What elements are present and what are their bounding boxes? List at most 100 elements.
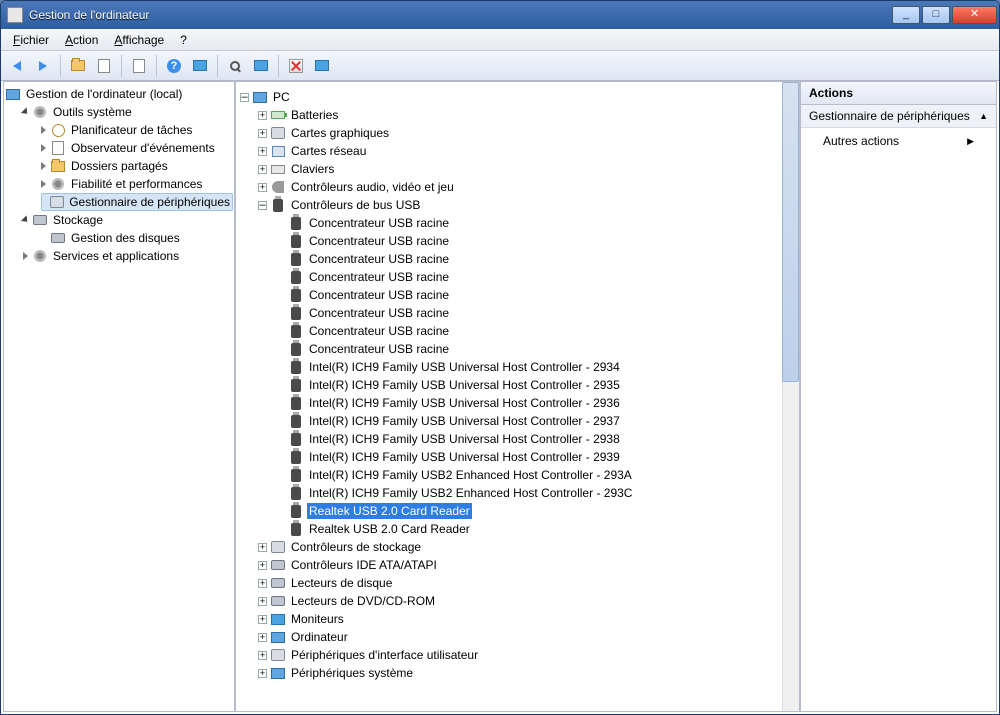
expand-icon[interactable]: +: [258, 615, 267, 624]
usb-device-item[interactable]: Realtek USB 2.0 Card Reader: [276, 502, 778, 520]
show-hide-tree-button[interactable]: [92, 54, 116, 78]
usb-device-label: Concentrateur USB racine: [307, 341, 451, 357]
usb-device-item[interactable]: Intel(R) ICH9 Family USB Universal Host …: [276, 412, 778, 430]
expand-icon[interactable]: +: [258, 147, 267, 156]
usb-device-item[interactable]: Concentrateur USB racine: [276, 214, 778, 232]
keyboards-node[interactable]: +Claviers: [258, 160, 778, 178]
pc-root-node[interactable]: – PC: [240, 88, 778, 106]
usb-device-item[interactable]: Concentrateur USB racine: [276, 268, 778, 286]
hid-node[interactable]: +Périphériques d'interface utilisateur: [258, 646, 778, 664]
refresh-button[interactable]: [310, 54, 334, 78]
usb-device-item[interactable]: Intel(R) ICH9 Family USB2 Enhanced Host …: [276, 466, 778, 484]
event-viewer-node[interactable]: Observateur d'événements: [41, 139, 233, 157]
usb-device-item[interactable]: Intel(R) ICH9 Family USB Universal Host …: [276, 430, 778, 448]
disk-mgmt-node[interactable]: Gestion des disques: [41, 229, 233, 247]
usb-device-item[interactable]: Intel(R) ICH9 Family USB2 Enhanced Host …: [276, 484, 778, 502]
title-bar[interactable]: Gestion de l'ordinateur _ □ ✕: [1, 1, 999, 29]
usb-device-item[interactable]: Concentrateur USB racine: [276, 232, 778, 250]
expand-icon[interactable]: +: [258, 651, 267, 660]
minimize-button[interactable]: _: [892, 6, 920, 24]
menu-file[interactable]: Fichier: [5, 31, 57, 49]
expand-icon[interactable]: [41, 180, 46, 188]
usb-device-icon: [291, 505, 301, 518]
console-tree-pane[interactable]: Gestion de l'ordinateur (local) Outils s…: [3, 81, 235, 712]
menu-action[interactable]: Action: [57, 31, 106, 49]
audio-controllers-node[interactable]: +Contrôleurs audio, vidéo et jeu: [258, 178, 778, 196]
help-button[interactable]: ?: [162, 54, 186, 78]
scrollbar-thumb[interactable]: [782, 82, 799, 382]
disk-drives-node[interactable]: +Lecteurs de disque: [258, 574, 778, 592]
usb-device-item[interactable]: Intel(R) ICH9 Family USB Universal Host …: [276, 376, 778, 394]
maximize-button[interactable]: □: [922, 6, 950, 24]
usb-device-icon: [291, 451, 301, 464]
tree-root[interactable]: Gestion de l'ordinateur (local): [5, 85, 233, 103]
properties-button[interactable]: [127, 54, 151, 78]
usb-device-label: Intel(R) ICH9 Family USB Universal Host …: [307, 359, 622, 375]
shared-folders-label: Dossiers partagés: [69, 158, 170, 174]
collapse-icon[interactable]: –: [240, 93, 249, 102]
expand-icon[interactable]: +: [258, 543, 267, 552]
expand-icon[interactable]: +: [258, 111, 267, 120]
expand-icon[interactable]: +: [258, 561, 267, 570]
usb-device-item[interactable]: Concentrateur USB racine: [276, 322, 778, 340]
expand-icon[interactable]: +: [258, 633, 267, 642]
usb-device-item[interactable]: Intel(R) ICH9 Family USB Universal Host …: [276, 394, 778, 412]
up-button[interactable]: [66, 54, 90, 78]
expand-icon[interactable]: +: [258, 183, 267, 192]
monitors-node[interactable]: +Moniteurs: [258, 610, 778, 628]
menu-bar: Fichier Action Affichage ?: [1, 29, 999, 51]
expand-icon[interactable]: [23, 252, 28, 260]
close-button[interactable]: ✕: [952, 6, 997, 24]
expand-icon[interactable]: [21, 107, 30, 116]
usb-device-item[interactable]: Realtek USB 2.0 Card Reader: [276, 520, 778, 538]
storage-controllers-node[interactable]: +Contrôleurs de stockage: [258, 538, 778, 556]
forward-button[interactable]: [31, 54, 55, 78]
shared-folders-node[interactable]: Dossiers partagés: [41, 157, 233, 175]
expand-icon[interactable]: +: [258, 669, 267, 678]
dvd-drives-node[interactable]: +Lecteurs de DVD/CD-ROM: [258, 592, 778, 610]
find-button[interactable]: [223, 54, 247, 78]
console-button[interactable]: [188, 54, 212, 78]
batteries-node[interactable]: +Batteries: [258, 106, 778, 124]
expand-icon[interactable]: +: [258, 129, 267, 138]
usb-device-icon: [291, 307, 301, 320]
usb-device-item[interactable]: Concentrateur USB racine: [276, 286, 778, 304]
usb-controllers-node[interactable]: –Contrôleurs de bus USB: [258, 196, 778, 214]
expand-icon[interactable]: [41, 144, 46, 152]
system-devices-node[interactable]: +Périphériques système: [258, 664, 778, 682]
system-tools-node[interactable]: Outils système: [23, 103, 233, 121]
storage-node[interactable]: Stockage: [23, 211, 233, 229]
expand-icon[interactable]: [41, 162, 46, 170]
back-button[interactable]: [5, 54, 29, 78]
scrollbar-track[interactable]: [782, 82, 799, 711]
usb-device-icon: [291, 235, 301, 248]
usb-device-item[interactable]: Concentrateur USB racine: [276, 340, 778, 358]
device-manager-node[interactable]: Gestionnaire de périphériques: [41, 193, 233, 211]
menu-help[interactable]: ?: [172, 31, 195, 49]
reliability-node[interactable]: Fiabilité et performances: [41, 175, 233, 193]
other-actions-item[interactable]: Autres actions ▶: [801, 128, 996, 154]
expand-icon[interactable]: +: [258, 579, 267, 588]
task-scheduler-node[interactable]: Planificateur de tâches: [41, 121, 233, 139]
usb-device-icon: [291, 361, 301, 374]
usb-device-item[interactable]: Intel(R) ICH9 Family USB Universal Host …: [276, 358, 778, 376]
expand-icon[interactable]: [41, 126, 46, 134]
device-tree-pane[interactable]: – PC +Batteries +Cartes graphiques +Cart…: [235, 81, 800, 712]
display-adapters-node[interactable]: +Cartes graphiques: [258, 124, 778, 142]
uninstall-button[interactable]: [284, 54, 308, 78]
expand-icon[interactable]: +: [258, 165, 267, 174]
expand-icon[interactable]: +: [258, 597, 267, 606]
usb-device-item[interactable]: Concentrateur USB racine: [276, 304, 778, 322]
scan-button[interactable]: [249, 54, 273, 78]
collapse-icon[interactable]: –: [258, 201, 267, 210]
network-adapters-node[interactable]: +Cartes réseau: [258, 142, 778, 160]
usb-device-item[interactable]: Intel(R) ICH9 Family USB Universal Host …: [276, 448, 778, 466]
computer-node[interactable]: +Ordinateur: [258, 628, 778, 646]
usb-device-item[interactable]: Concentrateur USB racine: [276, 250, 778, 268]
expand-icon[interactable]: [21, 215, 30, 224]
actions-section[interactable]: Gestionnaire de périphériques ▲: [801, 105, 996, 128]
ide-controllers-node[interactable]: +Contrôleurs IDE ATA/ATAPI: [258, 556, 778, 574]
menu-view[interactable]: Affichage: [106, 31, 172, 49]
usb-device-label: Concentrateur USB racine: [307, 215, 451, 231]
services-apps-node[interactable]: Services et applications: [23, 247, 233, 265]
